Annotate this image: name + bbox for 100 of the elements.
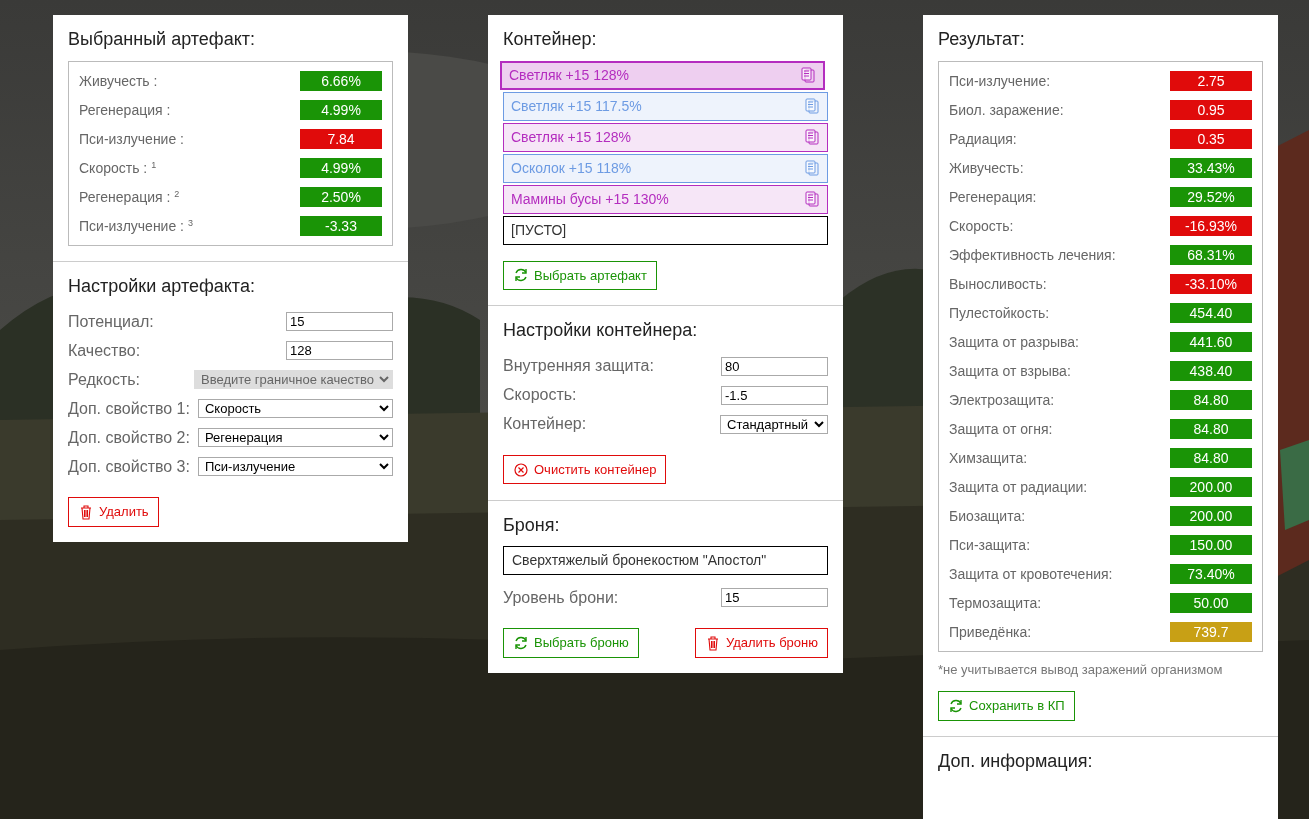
delete-armor-button[interactable]: Удалить броню	[694, 628, 828, 658]
stat-value: 84.80	[1170, 419, 1252, 440]
document-icon	[804, 160, 820, 177]
stat-label: Защита от огня:	[949, 419, 1053, 439]
stat-label: Пси-излучение : $^{3}$	[79, 216, 193, 236]
field-label: Скорость:	[503, 385, 577, 406]
dropdown[interactable]: Пси-излучение	[197, 457, 393, 477]
section-title: Выбранный артефакт:	[68, 29, 256, 51]
refresh-icon	[513, 635, 529, 652]
stat-value: -16.93%	[1170, 216, 1252, 237]
stat-value: -33.10%	[1170, 274, 1252, 295]
stat-label: Живучесть:	[949, 158, 1024, 178]
stat-label: Защита от взрыва:	[949, 361, 1071, 381]
stat-label: Пси-защита:	[949, 535, 1031, 555]
field-label: Контейнер:	[503, 414, 587, 435]
refresh-icon	[948, 697, 964, 714]
field-label: Качество:	[68, 340, 141, 361]
stat-value: 200.00	[1170, 477, 1252, 498]
stat-label: Регенерация :	[79, 100, 171, 120]
stat-value: 4.99%	[300, 100, 382, 121]
section-title: Контейнер:	[503, 29, 598, 51]
stat-label: Живучесть :	[79, 71, 158, 91]
select-artifact-button[interactable]: Выбрать артефакт	[503, 260, 657, 291]
stat-value: 0.95	[1170, 100, 1252, 121]
section-title: Настройки артефакта:	[68, 275, 256, 298]
dropdown[interactable]: Стандартный	[720, 414, 828, 434]
artifact-slot[interactable]: Светляк +15 128%	[500, 60, 825, 90]
document-icon	[804, 129, 820, 146]
footnote-text: *не учитывается вывод заражений организмом	[938, 661, 1224, 678]
section-title: Результат:	[938, 29, 1026, 51]
stat-value: 200.00	[1170, 506, 1252, 527]
input-field[interactable]: 15	[286, 312, 393, 332]
empty-slot[interactable]: [ПУСТО]	[503, 215, 828, 245]
stat-value: 33.43%	[1170, 158, 1252, 179]
dropdown[interactable]: Регенерация	[197, 428, 393, 448]
stat-value: 73.40%	[1170, 564, 1252, 585]
stat-value: 454.40	[1170, 303, 1252, 324]
delete-button[interactable]: Удалить	[68, 497, 159, 527]
stat-label: Химзащита:	[949, 448, 1028, 468]
stat-value: 0.35	[1170, 129, 1252, 150]
input-field[interactable]: 15	[721, 588, 828, 608]
stat-label: Скорость : $^{1}$	[79, 158, 157, 178]
document-icon	[804, 98, 820, 115]
document-icon	[804, 191, 820, 208]
input-field[interactable]: 80	[721, 356, 828, 376]
input-field[interactable]: 128	[286, 341, 393, 361]
field-label: Доп. свойство 2:	[68, 427, 190, 448]
stat-value: 84.80	[1170, 448, 1252, 469]
stat-label: Защита от разрыва:	[949, 332, 1079, 352]
stat-value: 50.00	[1170, 593, 1252, 614]
section-title: Настройки контейнера:	[503, 320, 699, 342]
stat-label: Регенерация : $^{2}$	[79, 187, 180, 207]
input-field[interactable]: -1.5	[721, 385, 828, 405]
stat-value: -3.33	[300, 216, 382, 237]
stat-label: Выносливость:	[949, 274, 1047, 294]
stat-label: Эффективность лечения:	[949, 245, 1116, 265]
stat-label: Пулестойкость:	[949, 303, 1050, 323]
section-title: Доп. информация:	[938, 750, 1094, 773]
stat-label: Пси-излучение:	[949, 71, 1051, 91]
stat-value: 2.75	[1170, 71, 1252, 92]
artifact-slot[interactable]: Светляк +15 117.5%	[503, 91, 828, 121]
artifact-slot[interactable]: Светляк +15 128%	[503, 122, 828, 152]
dropdown[interactable]: Скорость	[197, 399, 393, 419]
stat-value: 4.99%	[300, 158, 382, 179]
stat-value: 7.84	[300, 129, 382, 150]
artifact-slot[interactable]: Осколок +15 118%	[503, 153, 828, 183]
stat-value: 438.40	[1170, 361, 1252, 382]
stat-label: Защита от кровотечения:	[949, 564, 1113, 584]
trash-icon	[78, 503, 94, 520]
stat-label: Скорость:	[949, 216, 1014, 236]
close-circle-icon	[513, 461, 529, 478]
stat-label: Радиация:	[949, 129, 1017, 149]
stat-value: 739.7	[1170, 622, 1252, 643]
armor-field[interactable]: Сверхтяжелый бронекостюм "Апостол"	[503, 546, 828, 576]
stat-value: 29.52%	[1170, 187, 1252, 208]
refresh-icon	[513, 267, 529, 284]
stat-value: 150.00	[1170, 535, 1252, 556]
field-label: Потенциал:	[68, 311, 154, 332]
field-label: Доп. свойство 3:	[68, 456, 190, 477]
stat-label: Термозащита:	[949, 593, 1042, 613]
stat-value: 441.60	[1170, 332, 1252, 353]
stat-label: Электрозащита:	[949, 390, 1055, 410]
stat-value: 84.80	[1170, 390, 1252, 411]
artifact-slot[interactable]: Мамины бусы +15 130%	[503, 184, 828, 214]
stat-value: 2.50%	[300, 187, 382, 208]
stat-label: Биозащита:	[949, 506, 1026, 526]
stat-label: Приведёнка:	[949, 622, 1032, 642]
field-label: Внутренняя защита:	[503, 356, 654, 377]
stat-label: Регенерация:	[949, 187, 1037, 207]
save-button[interactable]: Сохранить в КП	[938, 691, 1075, 721]
stat-label: Пси-излучение :	[79, 129, 184, 149]
field-label: Доп. свойство 1:	[68, 398, 190, 419]
field-label: Уровень брони:	[503, 587, 619, 608]
field-label: Редкость:	[68, 369, 141, 390]
select-armor-button[interactable]: Выбрать броню	[503, 628, 639, 658]
section-title: Броня:	[503, 514, 561, 537]
stat-label: Биол. заражение:	[949, 100, 1064, 120]
stat-label: Защита от радиации:	[949, 477, 1088, 497]
clear-button[interactable]: Очистить контейнер	[503, 454, 667, 485]
stat-value: 68.31%	[1170, 245, 1252, 266]
